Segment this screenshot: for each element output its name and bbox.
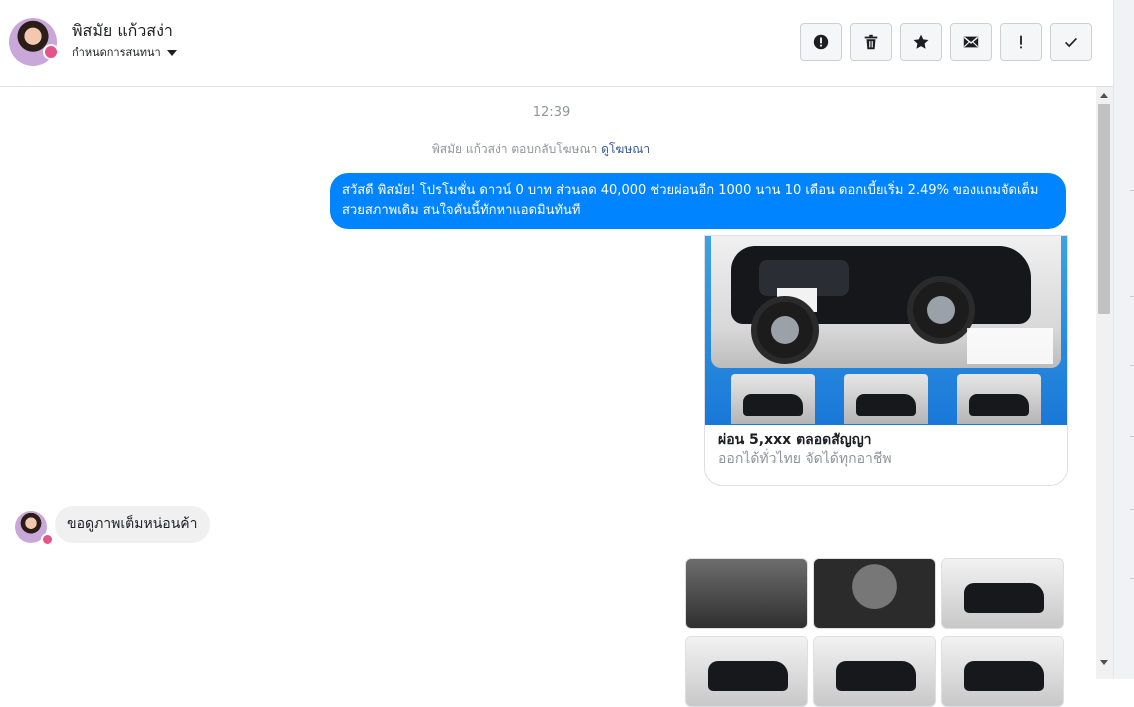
contact-name[interactable]: พิสมัย แก้วสง่า: [72, 19, 173, 44]
exclamation-icon: [1020, 35, 1022, 49]
gallery-photo[interactable]: [941, 558, 1064, 629]
conversation-header: พิสมัย แก้วสง่า กำหนดการสนทนา: [0, 0, 1113, 87]
ad-reply-text: พิสมัย แก้วสง่า ตอบกลับโฆษณา: [431, 142, 598, 156]
caret-down-icon: [166, 50, 177, 56]
messenger-badge-icon: [43, 44, 59, 60]
scroll-up-icon[interactable]: [1100, 93, 1108, 98]
mark-done-button[interactable]: [1050, 23, 1092, 61]
assign-conversation-label: กำหนดการสนทนา: [72, 46, 161, 59]
checkmark-icon: [1065, 37, 1077, 48]
gallery-photo[interactable]: [813, 558, 936, 629]
view-ad-link[interactable]: ดูโฆษณา: [601, 142, 650, 156]
trash-icon: [864, 34, 878, 50]
ad-subtitle: ออกได้ทั่วไทย จัดได้ทุกอาชีพ: [718, 451, 892, 467]
ad-thumbnail-strip: [731, 374, 1041, 424]
ad-image: [705, 236, 1067, 425]
ad-card[interactable]: ผ่อน 5,xxx ตลอดสัญญา ออกได้ทั่วไทย จัดได…: [704, 235, 1068, 486]
gallery-photo[interactable]: [813, 636, 936, 707]
right-panel-edge: [1113, 0, 1134, 679]
mark-unread-button[interactable]: [950, 23, 992, 61]
alert-circle-icon: [813, 34, 829, 50]
ad-reply-note: พิสมัย แก้วสง่า ตอบกลับโฆษณา ดูโฆษณา: [0, 140, 1082, 159]
envelope-icon: [963, 36, 979, 48]
incoming-message-bubble[interactable]: ขอดูภาพเต็มหน่อนค้า: [55, 506, 210, 543]
outgoing-message-bubble[interactable]: สวัสดี พิสมัย! โปรโมชั่น ดาวน์ 0 บาท ส่ว…: [330, 173, 1066, 229]
follow-up-button[interactable]: [1000, 23, 1042, 61]
message-timestamp: 12:39: [532, 105, 571, 120]
star-button[interactable]: [900, 23, 942, 61]
star-icon: [913, 34, 929, 49]
header-toolbar: [800, 23, 1100, 61]
gallery-photo[interactable]: [941, 636, 1064, 707]
truck-photo: [711, 236, 1061, 368]
assign-conversation-dropdown[interactable]: กำหนดการสนทนา: [72, 43, 177, 61]
delete-button[interactable]: [850, 23, 892, 61]
mark-spam-button[interactable]: [800, 23, 842, 61]
gallery-photo[interactable]: [685, 636, 808, 707]
scrollbar-thumb[interactable]: [1098, 104, 1110, 314]
photo-gallery: [685, 558, 1066, 707]
messenger-badge-icon: [41, 533, 54, 546]
scroll-down-icon[interactable]: [1100, 660, 1108, 665]
message-scrollbar[interactable]: [1096, 87, 1113, 679]
gallery-photo[interactable]: [685, 558, 808, 629]
